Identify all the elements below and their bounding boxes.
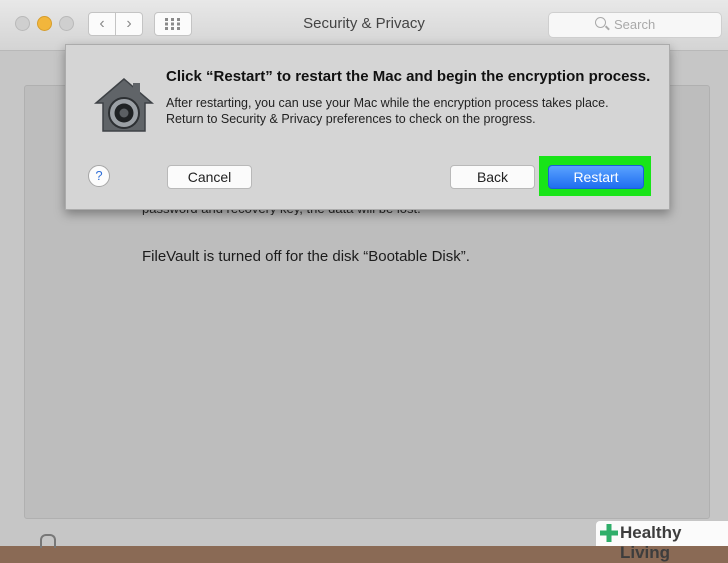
dialog-heading: Click “Restart” to restart the Mac and b…	[166, 68, 651, 85]
help-button[interactable]: ?	[88, 165, 110, 187]
filevault-lock-icon	[93, 78, 155, 132]
watermark: Healthy Living	[596, 521, 728, 562]
cancel-button[interactable]: Cancel	[167, 165, 252, 189]
dialog-body-line1: After restarting, you can use your Mac w…	[166, 96, 609, 110]
search-placeholder: Search	[614, 17, 656, 32]
plus-logo-icon	[600, 524, 618, 542]
dialog-body-line2: Return to Security & Privacy preferences…	[166, 112, 536, 126]
filevault-status-text: FileVault is turned off for the disk “Bo…	[142, 248, 470, 265]
restart-button[interactable]: Restart	[548, 165, 644, 189]
preferences-window: ‹ › Security & Privacy Search password a…	[0, 0, 728, 548]
back-button[interactable]: Back	[450, 165, 535, 189]
encryption-dialog: Click “Restart” to restart the Mac and b…	[65, 44, 670, 210]
watermark-text: Healthy Living	[620, 523, 682, 562]
search-field[interactable]: Search	[548, 12, 722, 38]
search-icon	[595, 17, 606, 28]
